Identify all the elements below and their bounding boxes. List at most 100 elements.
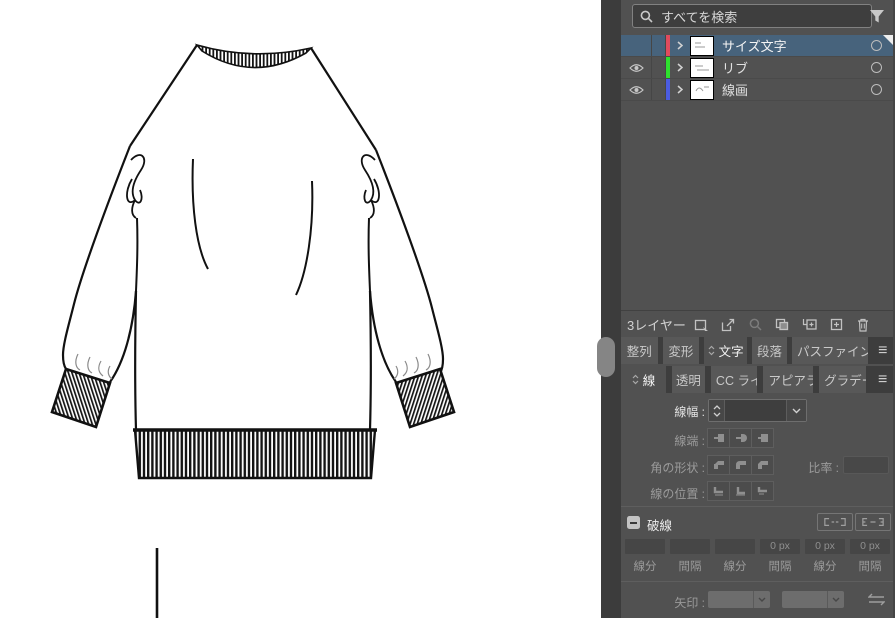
dash-field-5: 0 px 線分 [805, 539, 845, 574]
dash-input[interactable] [715, 539, 755, 554]
panel-menu-icon[interactable]: ≡ [872, 366, 893, 393]
align-center-button[interactable] [707, 481, 730, 501]
layer-color-bar [666, 57, 670, 78]
selection-corner-indicator [883, 35, 893, 45]
corner-label: 角の形状 : [650, 461, 705, 475]
search-input[interactable]: すべてを検索 [632, 4, 872, 28]
tab-cc-libraries[interactable]: CC ライブラリ [710, 366, 758, 393]
dash-field-3: 線分 [715, 539, 755, 574]
butt-cap-button[interactable] [707, 428, 730, 448]
share-icon[interactable] [720, 317, 736, 333]
dash-field-6: 0 px 間隔 [850, 539, 890, 574]
layer-count: 3レイヤー [627, 318, 686, 333]
miter-join-button[interactable] [707, 455, 730, 475]
dock-divider [597, 0, 621, 618]
make-clipping-mask-icon[interactable] [774, 317, 790, 333]
dash-align-button[interactable] [855, 513, 891, 531]
stroke-width-label: 線幅 : [674, 405, 705, 419]
sweater-back-artwork [50, 43, 456, 618]
filter-icon [870, 9, 884, 22]
stroke-width-combo[interactable] [708, 399, 807, 422]
panel-menu-icon[interactable]: ≡ [873, 337, 893, 364]
stroke-width-stepper[interactable] [709, 400, 725, 421]
round-cap-icon [735, 434, 747, 442]
target-circle[interactable] [859, 62, 893, 73]
tab-character[interactable]: 文字 [704, 337, 747, 364]
tab-stroke[interactable]: 線 [621, 366, 666, 393]
lock-toggle[interactable] [652, 35, 666, 56]
expand-chevron-icon[interactable] [677, 85, 683, 94]
new-sublayer-icon[interactable] [801, 317, 817, 333]
gap-input[interactable] [670, 539, 710, 554]
neck-rib [194, 43, 314, 69]
arrowheads-label: 矢印 : [674, 596, 705, 610]
hem-rib [133, 428, 377, 480]
miter-limit-input[interactable] [843, 456, 889, 474]
tab-appearance[interactable]: アピアランス [763, 366, 814, 393]
new-layer-icon[interactable] [828, 317, 844, 333]
dock-resize-handle[interactable] [597, 337, 615, 377]
dash-input[interactable]: 0 px [805, 539, 845, 554]
tab-paragraph[interactable]: 段落 [751, 337, 787, 364]
tab-align[interactable]: 整列 [621, 337, 658, 364]
visibility-toggle[interactable] [621, 57, 652, 78]
dash-align-icon [862, 518, 884, 526]
miter-join-icon [713, 461, 724, 469]
filter-button[interactable] [867, 6, 887, 26]
expand-chevron-icon[interactable] [677, 63, 683, 72]
arrowhead-end-dropdown[interactable] [782, 591, 844, 608]
gap-input[interactable]: 0 px [850, 539, 890, 554]
stroke-width-input[interactable] [725, 400, 786, 421]
dash-field-4: 0 px 間隔 [760, 539, 800, 574]
chevron-down-icon [827, 591, 844, 608]
artboard-canvas[interactable] [0, 0, 601, 618]
visibility-toggle[interactable] [621, 79, 652, 100]
visibility-toggle[interactable] [621, 35, 652, 56]
swap-arrowheads-button[interactable] [867, 592, 885, 607]
stepper-down-icon [713, 412, 720, 417]
align-inside-button[interactable] [729, 481, 752, 501]
layer-name[interactable]: サイズ文字 [722, 36, 859, 55]
gap-input[interactable]: 0 px [760, 539, 800, 554]
cap-label: 線端 : [674, 434, 705, 448]
projecting-cap-button[interactable] [751, 428, 774, 448]
left-cuff-rib [50, 367, 112, 429]
layer-row-rib[interactable]: リブ [621, 57, 893, 79]
chevron-down-icon [792, 408, 801, 413]
locate-object-icon[interactable] [747, 317, 763, 333]
layer-name[interactable]: リブ [722, 58, 859, 77]
tab-pathfinder[interactable]: パスファインダー [792, 337, 868, 364]
dash-preserve-button[interactable] [817, 513, 853, 531]
tab-gradient[interactable]: グラデーション [819, 366, 867, 393]
align-outside-button[interactable] [751, 481, 774, 501]
miter-limit-label: 比率 : [808, 461, 839, 475]
butt-cap-icon [713, 434, 724, 442]
layer-thumbnail[interactable] [690, 57, 714, 78]
lock-toggle[interactable] [652, 57, 666, 78]
tab-transform[interactable]: 変形 [662, 337, 700, 364]
trash-icon[interactable] [855, 317, 871, 333]
round-join-button[interactable] [729, 455, 752, 475]
dash-field-2: 間隔 [670, 539, 710, 574]
target-circle[interactable] [859, 84, 893, 95]
swap-arrows-icon [867, 593, 885, 606]
right-cuff-rib [394, 367, 456, 429]
round-cap-button[interactable] [729, 428, 752, 448]
dash-input[interactable] [625, 539, 665, 554]
layer-name[interactable]: 線画 [722, 80, 859, 99]
tab-transparency[interactable]: 透明 [671, 366, 705, 393]
stroke-width-dropdown[interactable] [786, 400, 806, 421]
layer-row-lineart[interactable]: 線画 [621, 79, 893, 101]
expand-chevron-icon[interactable] [677, 41, 683, 50]
collect-for-export-icon[interactable] [693, 317, 709, 333]
layer-row-size-text[interactable]: サイズ文字 [621, 35, 893, 57]
layer-color-bar [666, 35, 670, 56]
arrowhead-start-dropdown[interactable] [708, 591, 770, 608]
lock-toggle[interactable] [652, 79, 666, 100]
layer-thumbnail[interactable] [690, 79, 714, 100]
dashed-line-checkbox[interactable] [627, 516, 640, 529]
layer-thumbnail[interactable] [690, 35, 714, 56]
collapse-widget-icon [708, 345, 715, 356]
dash-field-1: 線分 [625, 539, 665, 574]
align-outside-icon [757, 487, 767, 495]
